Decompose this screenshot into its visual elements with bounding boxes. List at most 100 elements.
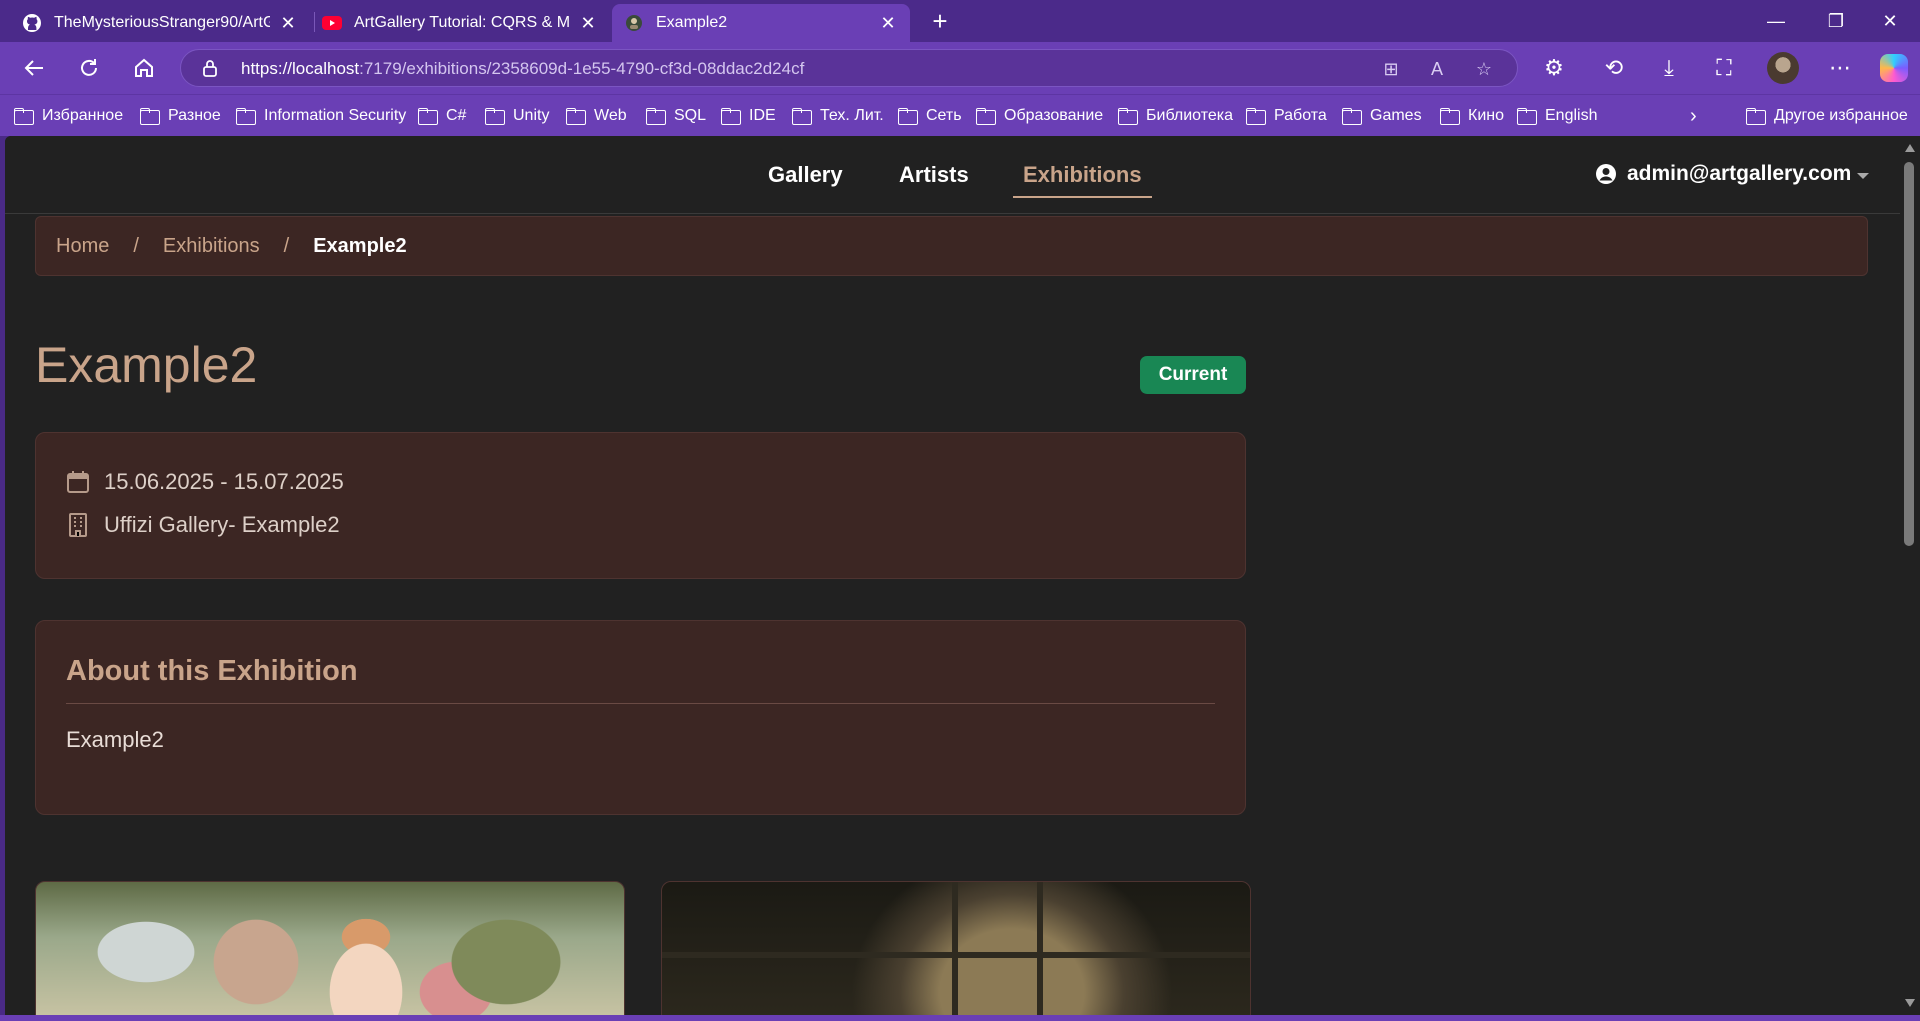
minimize-button[interactable]: — xyxy=(1746,0,1806,42)
bookmark-folder[interactable]: C# xyxy=(418,104,466,128)
bookmark-folder[interactable]: Unity xyxy=(485,104,549,128)
web-page: Gallery Artists Exhibitions admin@artgal… xyxy=(5,136,1900,1015)
bookmark-folder[interactable]: Information Security xyxy=(236,104,406,128)
folder-icon xyxy=(1440,108,1460,125)
user-circle-icon xyxy=(1596,164,1616,184)
close-window-button[interactable]: ✕ xyxy=(1860,0,1920,42)
home-button[interactable] xyxy=(126,50,162,86)
screenshot-icon[interactable]: ⛶ xyxy=(1706,50,1742,86)
downloads-icon[interactable]: ⤓ xyxy=(1651,50,1687,86)
extensions-icon[interactable]: ⚙ xyxy=(1536,50,1572,86)
about-exhibition-card: About this Exhibition Example2 xyxy=(35,620,1246,815)
tab-example2[interactable]: Example2 ✕ xyxy=(612,4,910,42)
page-scrollbar[interactable] xyxy=(1900,136,1920,1015)
venue-text: Uffizi Gallery- Example2 xyxy=(104,512,340,537)
breadcrumb-exhibitions[interactable]: Exhibitions xyxy=(163,235,260,258)
about-heading: About this Exhibition xyxy=(66,655,358,687)
folder-icon xyxy=(1246,108,1266,125)
breadcrumb-current: Example2 xyxy=(313,234,407,257)
bookmark-folder[interactable]: Избранное xyxy=(14,104,123,128)
bookmark-folder[interactable]: Работа xyxy=(1246,104,1327,128)
reload-icon xyxy=(81,59,97,76)
tab-title: Example2 xyxy=(656,14,728,31)
url-text[interactable]: https://localhost:7179/exhibitions/23586… xyxy=(241,59,804,79)
bookmark-folder[interactable]: Образование xyxy=(976,104,1103,128)
restore-button[interactable]: ❐ xyxy=(1806,0,1866,42)
divider xyxy=(66,703,1215,704)
folder-icon xyxy=(418,108,438,125)
user-menu[interactable]: admin@artgallery.com xyxy=(1595,162,1870,186)
read-aloud-icon[interactable]: A xyxy=(1424,56,1450,82)
youtube-icon xyxy=(322,13,342,33)
folder-icon xyxy=(898,108,918,125)
profile-avatar[interactable] xyxy=(1767,52,1799,84)
folder-icon xyxy=(236,108,256,125)
bookmark-folder[interactable]: IDE xyxy=(721,104,776,128)
browser-toolbar: https://localhost:7179/exhibitions/23586… xyxy=(0,42,1920,94)
address-bar[interactable]: https://localhost:7179/exhibitions/23586… xyxy=(180,49,1518,87)
calendar-icon xyxy=(67,471,89,493)
nav-artists[interactable]: Artists xyxy=(899,162,969,188)
scrollbar-thumb[interactable] xyxy=(1904,162,1914,546)
folder-icon xyxy=(1517,108,1537,125)
exhibition-venue: Uffizi Gallery- Example2 xyxy=(66,512,340,538)
copilot-icon[interactable] xyxy=(1880,54,1908,82)
bookmark-folder[interactable]: Кино xyxy=(1440,104,1504,128)
bookmark-folder[interactable]: SQL xyxy=(646,104,706,128)
breadcrumb-separator: / xyxy=(283,234,290,257)
bookmark-folder[interactable]: Тех. Лит. xyxy=(792,104,884,128)
site-navbar: Gallery Artists Exhibitions admin@artgal… xyxy=(5,136,1900,214)
reload-button[interactable] xyxy=(71,50,107,86)
window-border xyxy=(0,1015,1920,1021)
more-menu-icon[interactable]: ⋯ xyxy=(1822,50,1858,86)
close-icon[interactable]: ✕ xyxy=(578,13,598,34)
folder-icon xyxy=(721,108,741,125)
bookmark-folder[interactable]: Разное xyxy=(140,104,221,128)
folder-icon xyxy=(1342,108,1362,125)
folder-icon xyxy=(485,108,505,125)
bookmark-folder[interactable]: English xyxy=(1517,104,1597,128)
tab-title: TheMysteriousStranger90/ArtGallery xyxy=(54,14,270,31)
tab-youtube[interactable]: ArtGallery Tutorial: CQRS & Mediator ✕ xyxy=(310,4,610,42)
exhibition-dates: 15.06.2025 - 15.07.2025 xyxy=(66,469,344,495)
home-icon xyxy=(135,58,153,77)
folder-icon xyxy=(646,108,666,125)
folder-icon xyxy=(14,108,34,125)
tab-strip: TheMysteriousStranger90/ArtGallery ✕ Art… xyxy=(0,0,1920,42)
url-host: https://localhost xyxy=(241,59,360,78)
chevron-down-icon xyxy=(1857,173,1870,179)
lock-icon[interactable] xyxy=(201,59,219,77)
bookmark-folder[interactable]: Web xyxy=(566,104,627,128)
bookmark-folder[interactable]: Сеть xyxy=(898,104,962,128)
folder-icon xyxy=(1746,108,1766,125)
scroll-down-icon[interactable] xyxy=(1905,999,1915,1007)
nav-exhibitions[interactable]: Exhibitions xyxy=(1013,162,1152,198)
bookmark-folder[interactable]: Библиотека xyxy=(1118,104,1233,128)
close-icon[interactable]: ✕ xyxy=(278,13,298,34)
folder-icon xyxy=(976,108,996,125)
status-badge: Current xyxy=(1140,356,1246,394)
favorite-star-icon[interactable]: ☆ xyxy=(1471,56,1497,82)
about-description: Example2 xyxy=(66,727,164,752)
back-arrow-icon xyxy=(24,60,43,76)
building-icon xyxy=(69,513,87,537)
other-bookmarks-folder[interactable]: Другое избранное xyxy=(1746,104,1908,128)
scroll-up-icon[interactable] xyxy=(1905,144,1915,152)
folder-icon xyxy=(566,108,586,125)
tab-github[interactable]: TheMysteriousStranger90/ArtGallery ✕ xyxy=(10,4,310,42)
close-icon[interactable]: ✕ xyxy=(878,13,898,34)
artwork-card-image[interactable] xyxy=(661,881,1251,1015)
nav-gallery[interactable]: Gallery xyxy=(768,162,843,188)
bookmarks-bar: Избранное Разное Information Security C#… xyxy=(0,94,1920,136)
chevron-right-icon[interactable]: › xyxy=(1690,104,1697,128)
bookmark-folder[interactable]: Games xyxy=(1342,104,1422,128)
breadcrumb-home[interactable]: Home xyxy=(56,235,109,258)
history-icon[interactable]: ⟲ xyxy=(1596,50,1632,86)
back-button[interactable] xyxy=(16,50,52,86)
new-tab-button[interactable]: + xyxy=(924,6,956,38)
app-available-icon[interactable]: ⊞ xyxy=(1378,56,1404,82)
folder-icon xyxy=(140,108,160,125)
folder-icon xyxy=(792,108,812,125)
artwork-card-image[interactable] xyxy=(35,881,625,1015)
folder-icon xyxy=(1118,108,1138,125)
